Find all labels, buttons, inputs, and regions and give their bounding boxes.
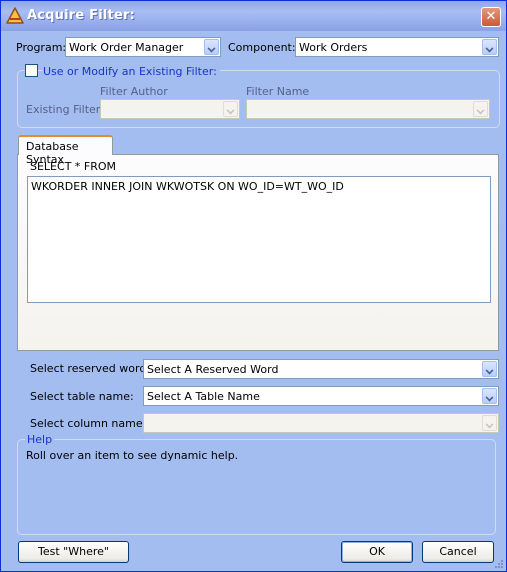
tab-database-syntax[interactable]: Database Syntax xyxy=(18,135,113,166)
query-text: WKORDER INNER JOIN WKWOTSK ON WO_ID=WT_W… xyxy=(31,180,344,193)
existing-filter-label: Existing Filter: xyxy=(26,103,104,116)
column-name-label: Select column name: xyxy=(30,417,147,430)
filter-author-select[interactable] xyxy=(100,99,240,119)
chevron-down-icon[interactable] xyxy=(482,361,497,377)
close-icon: ✕ xyxy=(485,9,497,24)
chevron-down-icon[interactable] xyxy=(482,415,497,431)
component-label: Component: xyxy=(228,41,296,54)
chevron-down-icon[interactable] xyxy=(204,39,219,55)
ok-button[interactable]: OK xyxy=(341,541,413,563)
component-select[interactable]: Work Orders xyxy=(295,37,499,57)
filter-name-header: Filter Name xyxy=(246,85,310,98)
use-existing-filter-checkbox[interactable] xyxy=(25,64,38,77)
help-text: Roll over an item to see dynamic help. xyxy=(26,449,239,462)
table-name-select[interactable]: Select A Table Name xyxy=(143,386,499,406)
program-label: Program: xyxy=(16,41,67,54)
table-name-label: Select table name: xyxy=(30,390,134,403)
reserved-word-label: Select reserved word: xyxy=(30,362,151,375)
program-select[interactable]: Work Order Manager xyxy=(65,37,221,57)
close-button[interactable]: ✕ xyxy=(481,7,501,27)
use-existing-filter-label[interactable]: Use or Modify an Existing Filter: xyxy=(43,65,220,78)
filter-name-select[interactable] xyxy=(246,99,490,119)
resize-grip-icon[interactable] xyxy=(494,559,504,569)
table-name-value: Select A Table Name xyxy=(147,390,260,403)
column-name-select[interactable] xyxy=(143,413,499,433)
acquire-filter-dialog: Acquire Filter: ✕ Program: Work Order Ma… xyxy=(0,0,507,572)
chevron-down-icon[interactable] xyxy=(482,388,497,404)
chevron-down-icon[interactable] xyxy=(473,101,488,117)
filter-author-header: Filter Author xyxy=(100,85,168,98)
query-textarea[interactable]: WKORDER INNER JOIN WKWOTSK ON WO_ID=WT_W… xyxy=(27,176,491,303)
tab-label: Database Syntax xyxy=(26,140,79,166)
database-syntax-panel: SELECT * FROM WKORDER INNER JOIN WKWOTSK… xyxy=(17,154,499,351)
test-where-button[interactable]: Test "Where" xyxy=(18,541,129,563)
help-title: Help xyxy=(25,433,55,446)
title-bar[interactable]: Acquire Filter: ✕ xyxy=(1,1,506,31)
chevron-down-icon[interactable] xyxy=(223,101,238,117)
reserved-word-value: Select A Reserved Word xyxy=(147,363,279,376)
chevron-down-icon[interactable] xyxy=(482,39,497,55)
program-value: Work Order Manager xyxy=(69,41,184,54)
component-value: Work Orders xyxy=(299,41,368,54)
reserved-word-select[interactable]: Select A Reserved Word xyxy=(143,359,499,379)
window-title: Acquire Filter: xyxy=(27,8,135,23)
cancel-button[interactable]: Cancel xyxy=(422,541,494,563)
app-icon xyxy=(6,7,24,25)
